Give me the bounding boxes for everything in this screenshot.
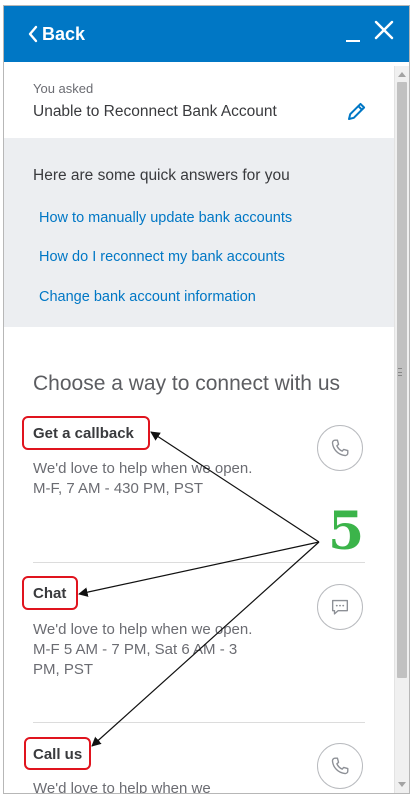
minimize-button[interactable] (344, 20, 362, 48)
highlight-box-call-us (24, 737, 91, 770)
chat-icon (331, 599, 349, 615)
quick-answers-heading: Here are some quick answers for you (33, 167, 290, 184)
quick-answer-link[interactable]: Change bank account information (39, 289, 256, 305)
quick-answers-section: Here are some quick answers for you How … (4, 138, 394, 327)
highlight-box-chat (22, 576, 78, 610)
option-divider (33, 722, 365, 723)
asked-question: Unable to Reconnect Bank Account (33, 103, 277, 120)
call-us-desc: We'd love to help when we (33, 780, 211, 794)
pencil-icon[interactable] (344, 100, 368, 124)
annotation-number: 5 (328, 501, 365, 562)
quick-answer-link[interactable]: How do I reconnect my bank accounts (39, 249, 285, 265)
arrow-to-chat (78, 541, 320, 597)
callback-desc: We'd love to help when we open. M-F, 7 A… (33, 460, 253, 497)
connect-title: Choose a way to connect with us (33, 372, 341, 395)
phone-icon (331, 439, 349, 457)
chevron-left-icon (28, 25, 38, 43)
chat-button[interactable] (317, 584, 363, 630)
phone-icon (331, 757, 349, 775)
close-icon[interactable] (372, 18, 396, 42)
asked-section: You asked Unable to Reconnect Bank Accou… (4, 62, 394, 138)
callback-button[interactable] (317, 425, 363, 471)
scrollbar-grip (398, 368, 402, 376)
highlight-box-callback (22, 416, 150, 450)
help-panel: Back You asked Unable to Reconnect Bank … (3, 5, 410, 794)
scroll-up-icon[interactable] (398, 72, 406, 77)
option-divider (33, 562, 365, 563)
back-button[interactable]: Back (26, 20, 85, 48)
scroll-down-icon[interactable] (398, 782, 406, 787)
quick-answer-link[interactable]: How to manually update bank accounts (39, 210, 292, 226)
asked-label: You asked (33, 81, 94, 96)
chat-desc: We'd love to help when we open. M-F 5 AM… (33, 621, 253, 678)
scrollbar-thumb[interactable] (397, 82, 407, 678)
back-label: Back (42, 23, 86, 44)
call-us-button[interactable] (317, 743, 363, 789)
scrollbar[interactable] (394, 66, 409, 793)
panel-header: Back (4, 6, 409, 62)
